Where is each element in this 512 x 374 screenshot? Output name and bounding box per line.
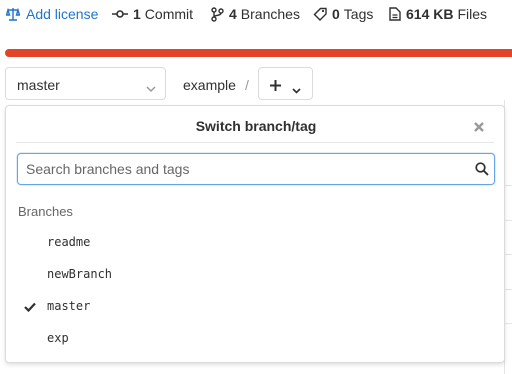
add-license-link[interactable]: Add license bbox=[6, 6, 98, 22]
branch-item-master[interactable]: master bbox=[6, 291, 504, 321]
language-bar bbox=[5, 49, 512, 57]
file-list-edge bbox=[504, 100, 512, 374]
branch-item-readme[interactable]: readme bbox=[6, 227, 504, 257]
dropdown-divider bbox=[16, 142, 494, 143]
branch-dropdown: Switch branch/tag Branches readme newBra… bbox=[5, 105, 505, 363]
branch-icon bbox=[211, 6, 224, 22]
commit-label: Commit bbox=[144, 6, 194, 22]
branch-count: 4 bbox=[229, 6, 237, 22]
branch-item-label: readme bbox=[47, 235, 91, 249]
plus-icon bbox=[270, 78, 281, 96]
files-label: Files bbox=[457, 6, 488, 22]
branch-item-label: master bbox=[47, 299, 91, 313]
tag-count: 0 bbox=[332, 6, 340, 22]
search-icon[interactable] bbox=[475, 162, 489, 181]
branch-item-newbranch[interactable]: newBranch bbox=[6, 259, 504, 289]
branch-switcher-button[interactable]: master bbox=[5, 67, 166, 100]
repo-stats-bar: Add license 1 Commit 4 Branches 0 Tags 6… bbox=[0, 0, 512, 28]
commits-link[interactable]: 1 Commit bbox=[112, 6, 193, 22]
breadcrumb-project-link[interactable]: example bbox=[183, 77, 236, 93]
files-link[interactable]: 614 KB Files bbox=[389, 6, 487, 22]
files-size: 614 KB bbox=[406, 6, 454, 22]
tag-label: Tags bbox=[343, 6, 374, 22]
branches-link[interactable]: 4 Branches bbox=[211, 6, 300, 22]
checkmark-icon bbox=[24, 301, 36, 315]
branch-item-exp[interactable]: exp bbox=[6, 323, 504, 353]
close-icon[interactable] bbox=[473, 120, 485, 132]
dropdown-title: Switch branch/tag bbox=[195, 118, 317, 134]
commit-count: 1 bbox=[133, 6, 141, 22]
chevron-down-icon bbox=[292, 81, 301, 99]
branch-label: Branches bbox=[240, 6, 300, 22]
selected-branch-label: master bbox=[17, 77, 60, 93]
file-icon bbox=[389, 7, 401, 21]
branches-section-header: Branches bbox=[18, 204, 73, 219]
search-field bbox=[17, 153, 495, 185]
branch-item-label: exp bbox=[47, 331, 69, 345]
branch-item-label: newBranch bbox=[47, 267, 113, 281]
commit-icon bbox=[112, 7, 128, 21]
tags-link[interactable]: 0 Tags bbox=[313, 6, 373, 22]
add-license-label: Add license bbox=[26, 6, 99, 22]
breadcrumb-separator: / bbox=[245, 77, 249, 93]
chevron-down-icon bbox=[146, 80, 156, 96]
search-input[interactable] bbox=[26, 160, 466, 178]
add-to-tree-button[interactable] bbox=[258, 67, 313, 100]
tag-icon bbox=[313, 7, 327, 21]
scale-icon bbox=[6, 7, 20, 21]
